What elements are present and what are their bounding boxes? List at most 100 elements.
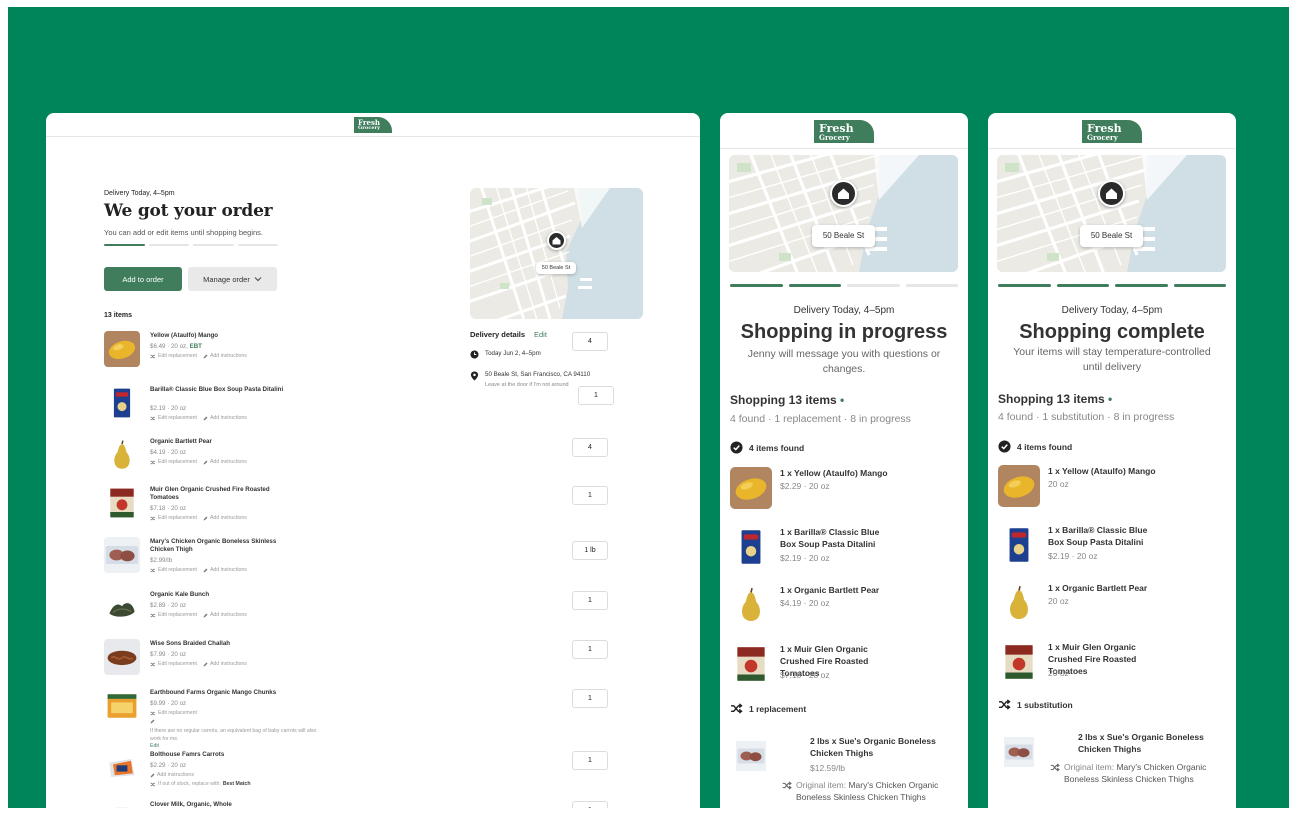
brand-logo[interactable]: Fresh Grocery <box>354 117 392 133</box>
quantity-selector[interactable]: 1 lb <box>572 541 608 560</box>
status-dot: • <box>840 393 845 407</box>
edit-replacement-label: Edit replacement <box>158 515 197 521</box>
shuffle-icon <box>150 416 156 420</box>
edit-replacement-link[interactable]: Edit replacement <box>150 567 197 573</box>
instructions-note: If there are no regular carrots, an equi… <box>150 719 320 751</box>
add-instructions-link[interactable]: Add instructions <box>203 415 247 421</box>
add-instructions-link[interactable]: Add instructions <box>150 772 194 778</box>
item-image <box>104 385 140 421</box>
item-price-text: $9.99 · 20 oz <box>150 700 187 707</box>
quantity-selector[interactable]: 1 <box>572 751 608 770</box>
brand-logo[interactable]: Fresh Grocery <box>1082 120 1142 143</box>
item-price: $6.49 · 20 oz, EBT <box>150 343 202 350</box>
found-item[interactable]: 1 x Barilla® Classic Blue Box Soup Pasta… <box>998 523 1228 572</box>
progress-segment <box>148 244 189 246</box>
edit-replacement-link[interactable]: Edit replacement <box>150 710 197 716</box>
home-pin-icon <box>1098 180 1125 207</box>
order-item[interactable]: Muir Glen Organic Crushed Fire Roasted T… <box>104 485 608 535</box>
item-image <box>998 640 1040 683</box>
quantity-selector[interactable]: 4 <box>572 332 608 351</box>
item-image <box>730 467 772 509</box>
item-price: $7.18 · 20 oz <box>150 505 186 512</box>
brand-logo[interactable]: Fresh Grocery <box>814 120 874 143</box>
edit-replacement-link[interactable]: Edit replacement <box>150 515 197 521</box>
add-instructions-link[interactable]: Add instructions <box>203 353 247 359</box>
delivery-details-edit-link[interactable]: Edit <box>534 330 547 339</box>
delivery-time: Today Jun 2, 4–5pm <box>485 350 541 357</box>
add-to-order-button[interactable]: Add to order <box>104 267 182 291</box>
progress-segment <box>1056 284 1109 287</box>
shuffle-icon <box>150 568 156 572</box>
edit-replacement-label: Edit replacement <box>158 567 197 573</box>
item-name: 1 x Organic Bartlett Pear <box>780 585 880 595</box>
found-item[interactable]: 1 x Barilla® Classic Blue Box Soup Pasta… <box>730 525 960 574</box>
quantity-selector[interactable]: 1 <box>572 486 608 505</box>
replacement-item[interactable]: 2 lbs x Sue's Organic Boneless Chicken T… <box>730 735 960 808</box>
order-item[interactable]: Barilla® Classic Blue Box Soup Pasta Dit… <box>104 385 614 435</box>
status-title: Shopping in progress <box>740 321 948 343</box>
item-price: 20 oz <box>1048 596 1069 606</box>
item-price-text: $4.19 · 20 oz <box>150 449 187 456</box>
found-item[interactable]: 1 x Muir Glen Organic Crushed Fire Roast… <box>730 642 960 691</box>
replacement-note: If out of stock, replace with: Best Matc… <box>150 781 251 787</box>
order-item[interactable]: Bolthouse Famrs Carrots $2.29 · 20 oz Add … <box>104 750 608 800</box>
quantity-selector[interactable]: 4 <box>572 438 608 457</box>
add-instructions-link[interactable]: Add instructions <box>203 661 247 667</box>
edit-replacement-link[interactable]: Edit replacement <box>150 661 197 667</box>
edit-replacement-label: Edit replacement <box>158 353 197 359</box>
delivery-map[interactable]: 50 Beale St <box>470 188 643 319</box>
order-item[interactable]: Mary's Chicken Organic Boneless Skinless… <box>104 537 608 587</box>
item-name: 2 lbs x Sue's Organic Boneless Chicken T… <box>810 736 936 759</box>
order-item[interactable]: Organic Bartlett Pear $4.19 · 20 oz Edit … <box>104 437 608 487</box>
edit-replacement-link[interactable]: Edit replacement <box>150 459 197 465</box>
pencil-icon <box>203 613 208 617</box>
edit-replacement-link[interactable]: Edit replacement <box>150 415 197 421</box>
shuffle-icon <box>731 703 743 714</box>
order-item[interactable]: Earthbound Farms Organic Mango Chunks $9.… <box>104 688 608 749</box>
replacement-section-header: 1 replacement <box>730 703 806 714</box>
add-instructions-link[interactable]: Add instructions <box>203 459 247 465</box>
item-actions: Edit replacement Add instructions <box>150 515 247 521</box>
delivery-map[interactable]: 50 Beale St <box>729 155 958 272</box>
item-image <box>730 584 772 626</box>
substitution-item[interactable]: 2 lbs x Sue's Organic Boneless Chicken T… <box>998 731 1228 808</box>
quantity-selector[interactable]: 1 <box>572 689 608 708</box>
pencil-icon <box>203 354 208 358</box>
item-name: Yellow (Ataulfo) Mango <box>150 332 219 339</box>
quantity-selector[interactable]: 1 <box>572 640 608 659</box>
found-item[interactable]: 1 x Organic Bartlett Pear 20 oz <box>998 582 1228 630</box>
order-item[interactable]: Clover Milk, Organic, Whole 1 <box>104 800 608 808</box>
quantity-selector[interactable]: 1 <box>572 591 608 610</box>
item-name: Earthbound Farms Organic Mango Chunks <box>150 689 277 696</box>
map-streets <box>470 188 643 319</box>
quantity-selector[interactable]: 1 <box>578 386 614 405</box>
edit-replacement-link[interactable]: Edit replacement <box>150 612 197 618</box>
shuffle-icon <box>999 699 1011 710</box>
item-price: $2.19 · 20 oz <box>1048 550 1098 561</box>
item-actions: Edit replacement Add instructions <box>150 612 247 618</box>
edit-replacement-link[interactable]: Edit replacement <box>150 353 197 359</box>
found-item[interactable]: 1 x Yellow (Ataulfo) Mango 20 oz <box>998 465 1228 513</box>
add-instructions-link[interactable]: Add instructions <box>203 515 247 521</box>
order-item[interactable]: Wise Sons Braided Challah $7.99 · 20 oz E… <box>104 639 608 689</box>
order-item[interactable]: Organic Kale Bunch $2.89 · 20 oz Edit rep… <box>104 590 608 640</box>
item-name: 1 x Barilla® Classic Blue Box Soup Pasta… <box>1048 524 1148 547</box>
item-name: 1 x Yellow (Ataulfo) Mango <box>780 468 888 478</box>
add-instructions-link[interactable]: Add instructions <box>203 567 247 573</box>
found-section-header: 4 items found <box>998 440 1072 453</box>
order-item[interactable]: Yellow (Ataulfo) Mango $6.49 · 20 oz, EBT… <box>104 331 608 381</box>
add-instructions-link[interactable]: Add instructions <box>203 612 247 618</box>
shopping-stats: 4 found · 1 substitution · 8 in progress <box>998 411 1175 423</box>
item-name: Muir Glen Organic Crushed Fire Roasted T… <box>150 486 270 502</box>
found-item[interactable]: 1 x Organic Bartlett Pear $4.19 · 20 oz <box>730 584 960 632</box>
header-divider <box>988 148 1236 149</box>
found-item[interactable]: 1 x Muir Glen Organic Crushed Fire Roast… <box>998 640 1228 689</box>
found-item[interactable]: 1 x Yellow (Ataulfo) Mango $2.29 · 20 oz <box>730 467 960 515</box>
item-image <box>104 485 140 521</box>
progress-segment <box>104 244 145 246</box>
item-name: Bolthouse Famrs Carrots <box>150 751 225 758</box>
delivery-map[interactable]: 50 Beale St <box>997 155 1226 272</box>
edit-instructions-link[interactable]: Edit <box>150 743 159 749</box>
quantity-selector[interactable]: 1 <box>572 801 608 808</box>
manage-order-button[interactable]: Manage order <box>188 267 277 291</box>
